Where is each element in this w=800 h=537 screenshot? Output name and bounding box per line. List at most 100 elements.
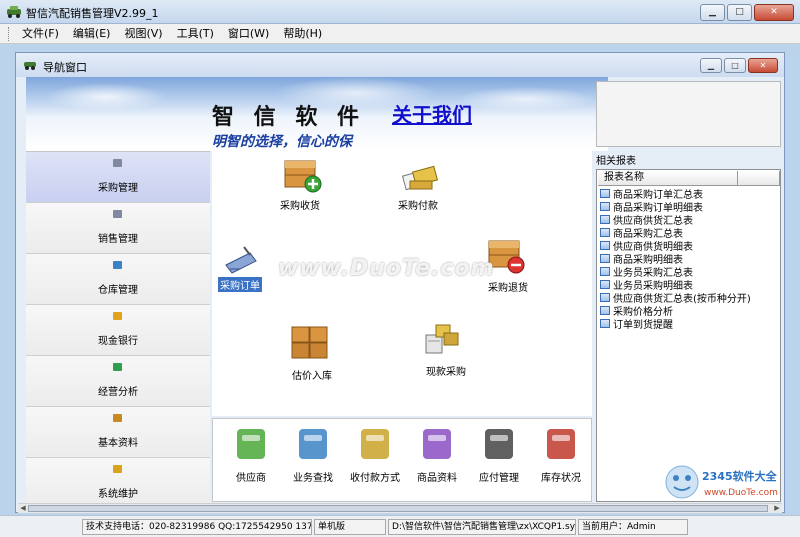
report-item[interactable]: 商品采购明细表 [600,252,780,265]
payable-icon [485,429,513,459]
tool-button-3[interactable]: 商品资料 [409,423,465,484]
menu-help[interactable]: 帮助(H) [276,24,329,44]
status-user: 当前用户：Admin [578,518,688,535]
sidebar-item-2[interactable]: 仓库管理 [26,254,210,305]
report-item-label: 商品采购明细表 [613,255,683,265]
report-item-label: 商品采购订单明细表 [613,203,703,213]
report-icon [600,293,610,302]
window-title: 智信汽配销售管理V2.99_1 [26,7,159,20]
reports-section-label: 相关报表 [596,156,636,167]
logo-line1: 2345软件大全 [702,469,778,483]
tool-button-5[interactable]: 库存状况 [533,423,589,484]
report-icon [600,215,610,224]
tool-label: 库存状况 [541,473,581,484]
navigation-window: 导航窗口 ▁ □ ✕ 智 信 软 件 关于我们 明智的选择，信心的保 相关报表 … [15,52,785,513]
sidebar-item-5[interactable]: 基本资料 [26,407,210,458]
report-item-label: 商品采购订单汇总表 [613,190,703,200]
menu-window[interactable]: 窗口(W) [221,24,276,44]
about-us-link[interactable]: 关于我们 [392,99,472,128]
minimize-button[interactable]: ▁ [700,4,725,21]
horizontal-scrollbar[interactable]: ◀ ▶ [18,503,782,513]
estimate-stock-in-label[interactable]: 估价入库 [292,367,332,382]
sidebar-item-1[interactable]: 销售管理 [26,203,210,254]
tool-button-1[interactable]: 业务查找 [285,423,341,484]
analysis-icon [113,363,122,371]
report-item[interactable]: 订单到货提醒 [600,317,780,330]
preview-box [596,81,781,147]
site-logo-icon: 2345软件大全 www.DuoTe.com [665,465,778,499]
navigation-window-titlebar[interactable]: 导航窗口 ▁ □ ✕ [16,53,784,77]
purchase-payment-icon[interactable] [400,159,440,197]
menu-view[interactable]: 视图(V) [117,24,169,44]
estimate-stock-in-icon[interactable] [290,323,330,361]
child-minimize-button[interactable]: ▁ [700,58,722,73]
sidebar-nav: 采购管理销售管理仓库管理现金银行经营分析基本资料系统维护 [26,151,210,509]
status-path: D:\智信软件\智信汽配销售管理\zx\XCQP1.sys [388,518,576,535]
scrollbar-thumb[interactable] [28,505,768,512]
purchase-receive-label[interactable]: 采购收货 [280,197,320,212]
maximize-button[interactable]: □ [727,4,752,21]
report-item-label: 订单到货提醒 [613,320,673,330]
sidebar-item-label: 销售管理 [98,234,138,245]
purchase-receive-icon[interactable] [282,155,322,193]
report-item-label: 商品采购汇总表 [613,229,683,239]
sales-icon [113,210,122,218]
report-item[interactable]: 商品采购订单明细表 [600,200,780,213]
report-item[interactable]: 业务员采购明细表 [600,278,780,291]
tool-button-2[interactable]: 收付款方式 [347,423,403,484]
sidebar-item-label: 经营分析 [98,387,138,398]
report-icon [600,189,610,198]
purchase-return-label[interactable]: 采购退货 [488,279,528,294]
report-item[interactable]: 业务员采购汇总表 [600,265,780,278]
reports-column-filler [738,171,780,186]
report-icon [600,306,610,315]
report-icon [600,267,610,276]
menu-edit[interactable]: 编辑(E) [66,24,118,44]
sidebar-item-label: 现金银行 [98,336,138,347]
tool-label: 收付款方式 [350,473,400,484]
menu-tools[interactable]: 工具(T) [170,24,221,44]
report-item[interactable]: 供应商供货明细表 [600,239,780,252]
scroll-right-icon[interactable]: ▶ [772,504,782,513]
sidebar-item-3[interactable]: 现金银行 [26,305,210,356]
purchase-order-icon[interactable] [220,239,260,277]
product-info-icon [423,429,451,459]
menu-file[interactable]: 文件(F) [15,24,66,44]
child-maximize-button[interactable]: □ [724,58,746,73]
purchase-payment-label[interactable]: 采购付款 [398,197,438,212]
tool-button-0[interactable]: 供应商 [223,423,279,484]
cash-purchase-icon[interactable] [422,319,462,357]
window-titlebar[interactable]: 智信汽配销售管理V2.99_1 ▁ □ ✕ [0,0,800,24]
tool-button-4[interactable]: 应付管理 [471,423,527,484]
report-icon [600,280,610,289]
tool-label: 业务查找 [293,473,333,484]
sidebar-item-4[interactable]: 经营分析 [26,356,210,407]
report-item[interactable]: 采购价格分析 [600,304,780,317]
child-window-icon [24,62,36,70]
report-item[interactable]: 供应商供货汇总表(按币种分开) [600,291,780,304]
reports-list[interactable]: 报表名称 商品采购订单汇总表 商品采购订单明细表 供应商供货汇总表 商品采购汇总表 供应… [596,169,781,502]
report-item-label: 供应商供货汇总表(按币种分开) [613,294,751,304]
report-item[interactable]: 供应商供货汇总表 [600,213,780,226]
sidebar-item-6[interactable]: 系统维护 [26,458,210,509]
close-button[interactable]: ✕ [754,4,794,21]
navigation-window-title: 导航窗口 [43,61,87,74]
logo-line2: www.DuoTe.com [704,488,778,498]
sidebar-item-0[interactable]: 采购管理 [26,152,210,203]
status-mode: 单机版 [314,518,386,535]
report-item-label: 供应商供货汇总表 [613,216,693,226]
cash-purchase-label[interactable]: 现款采购 [426,363,466,378]
menubar-grip[interactable] [8,26,11,41]
status-support: 技术支持电话：020-82319986 QQ:1725542950 137028… [82,518,312,535]
child-close-button[interactable]: ✕ [748,58,778,73]
report-item[interactable]: 商品采购订单汇总表 [600,187,780,200]
inventory-icon [547,429,575,459]
warehouse-icon [113,261,122,269]
report-icon [600,228,610,237]
scroll-left-icon[interactable]: ◀ [18,504,28,513]
sidebar-item-label: 基本资料 [98,438,138,449]
report-item[interactable]: 商品采购汇总表 [600,226,780,239]
purchase-order-label[interactable]: 采购订单 [218,277,262,292]
reports-column-header[interactable]: 报表名称 [598,171,738,186]
tool-label: 供应商 [236,473,266,484]
